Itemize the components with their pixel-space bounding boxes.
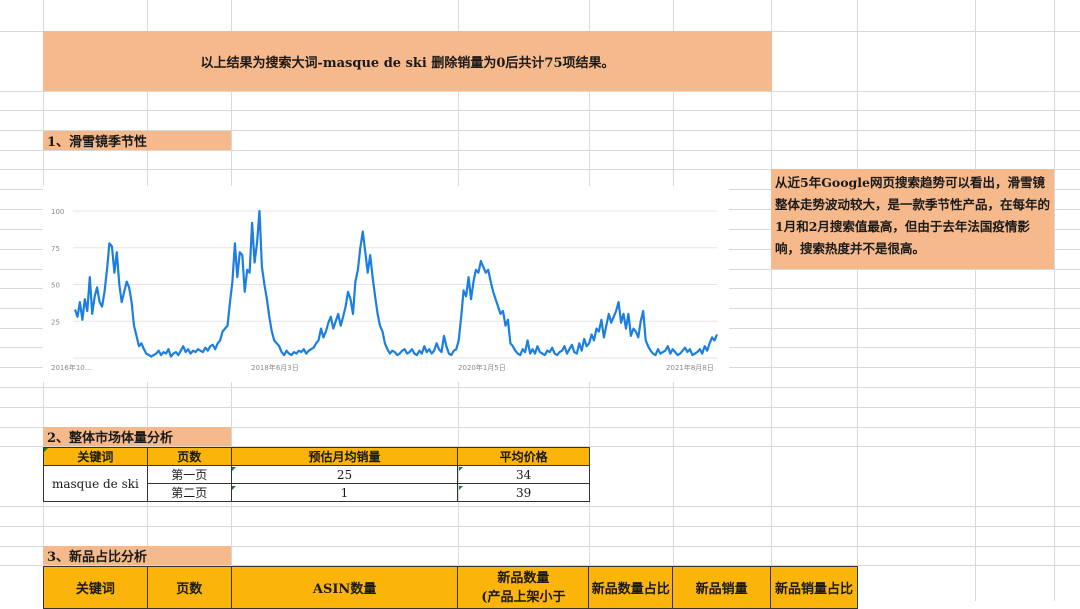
table-header-row: 关键词 页数 ASIN数量 新品数量 (产品上架小于 新品数量占比 新品销量 新… [43,566,858,609]
summary-banner: 以上结果为搜索大词-masque de ski 删除销量为0后共计75项结果。 [43,31,772,91]
market-size-table: 关键词 页数 预估月均销量 平均价格 masque de ski 第一页 25 … [43,447,590,502]
table-header-row: 关键词 页数 预估月均销量 平均价格 [43,447,590,466]
sales-cell[interactable]: 25 [230,465,459,484]
header-avg-price: 平均价格 [457,447,590,466]
header-new-sales: 新品销量 [672,566,772,609]
new-product-table: 关键词 页数 ASIN数量 新品数量 (产品上架小于 新品数量占比 新品销量 新… [43,566,858,609]
header-page: 页数 [146,447,232,466]
header-new-sales-ratio: 新品销量占比 [770,566,858,609]
header-keyword: 关键词 [43,447,148,466]
header-page: 页数 [146,566,232,609]
cell-flag-icon [459,486,463,490]
x-tick-label: 2018年6月3日 [251,363,299,372]
x-tick-label: 2020年1月5日 [458,363,506,372]
cell-flag-icon [44,448,48,452]
section-title-market-size: 2、整体市场体量分析 [43,427,231,446]
page-cell[interactable]: 第一页 [146,465,232,484]
header-monthly-sales: 预估月均销量 [230,447,459,466]
page-cell[interactable]: 第二页 [146,483,232,502]
trend-chart-svg: 25 50 75 100 2016年10... 2018年6月3日 2020年1月5日 202… [51,208,719,372]
table-row: masque de ski 第一页 25 34 [43,465,590,502]
price-cell[interactable]: 39 [457,483,590,502]
cell-flag-icon [459,467,463,471]
price-cell[interactable]: 34 [457,465,590,484]
y-tick-label: 100 [51,208,64,216]
y-tick-label: 50 [51,282,60,290]
trend-chart: 25 50 75 100 2016年10... 2018年6月3日 2020年1月5日 202… [43,186,729,382]
keyword-cell[interactable]: masque de ski [43,465,148,502]
y-tick-label: 25 [51,318,60,326]
search-trend-line [73,209,719,358]
header-asin-count: ASIN数量 [230,566,459,609]
cell-flag-icon [232,467,236,471]
sales-cell[interactable]: 1 [230,483,459,502]
cell-flag-icon [232,486,236,490]
section-title-new-product: 3、新品占比分析 [43,546,231,565]
x-tick-label: 2021年8月8日 [666,363,714,372]
seasonality-note: 从近5年Google网页搜索趋势可以看出，滑雪镜整体走势波动较大，是一款季节性产… [771,169,1054,269]
section-title-seasonality: 1、滑雪镜季节性 [43,131,231,150]
x-tick-label: 2016年10... [51,363,91,372]
header-keyword: 关键词 [43,566,148,609]
header-new-count: 新品数量 (产品上架小于 [457,566,590,609]
header-new-count-ratio: 新品数量占比 [588,566,674,609]
y-tick-label: 75 [51,245,60,253]
